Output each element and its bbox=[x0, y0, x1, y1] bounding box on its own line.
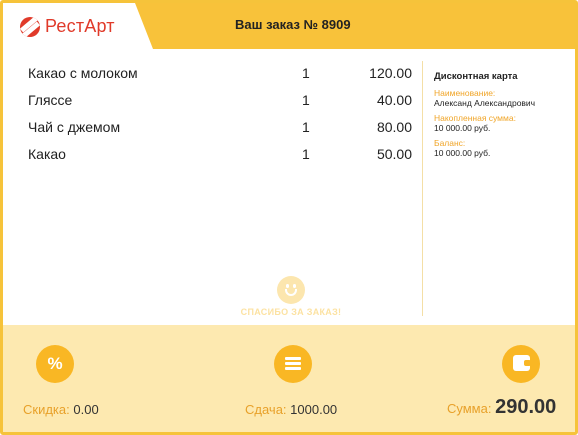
list-item: Чай с джемом 1 80.00 bbox=[28, 119, 428, 143]
item-price: 40.00 bbox=[376, 92, 412, 108]
list-item: Какао с молоком 1 120.00 bbox=[28, 65, 428, 89]
card-name-value: Александ Александрович bbox=[434, 98, 536, 108]
discount-card-info: Дисконтная карта Наименование: Александ … bbox=[434, 71, 574, 163]
card-balance-label: Баланс: bbox=[434, 138, 466, 148]
percent-icon: % bbox=[47, 354, 63, 373]
brand-logo: РестАрт bbox=[3, 3, 153, 49]
discount-button[interactable]: % bbox=[36, 345, 74, 383]
item-price: 80.00 bbox=[376, 119, 412, 135]
total-value: 290.00 bbox=[495, 396, 557, 418]
item-price: 50.00 bbox=[376, 146, 412, 162]
order-title: Ваш заказ № 8909 bbox=[235, 17, 351, 32]
list-item: Какао 1 50.00 bbox=[28, 146, 428, 170]
card-accum-label: Накопленная сумма: bbox=[434, 113, 516, 123]
change-value: 1000.00 bbox=[290, 402, 338, 417]
item-price: 120.00 bbox=[369, 65, 412, 81]
order-panel: Какао с молоком 1 120.00 Гляссе 1 40.00 … bbox=[3, 49, 575, 325]
discount-summary: Скидка: 0.00 bbox=[23, 402, 99, 417]
thanks-message: СПАСИБО ЗА ЗАКАЗ! bbox=[240, 307, 342, 317]
item-name: Чай с джемом bbox=[28, 119, 121, 135]
card-name-label: Наименование: bbox=[434, 88, 496, 98]
brand-logo-icon bbox=[20, 17, 40, 37]
card-balance-value: 10 000.00 руб. bbox=[434, 148, 491, 158]
item-qty: 1 bbox=[302, 65, 310, 81]
item-name: Гляссе bbox=[28, 92, 73, 108]
item-name: Какао с молоком bbox=[28, 65, 138, 81]
panel-divider bbox=[422, 61, 423, 316]
discount-value: 0.00 bbox=[73, 402, 99, 417]
discount-label: Скидка: bbox=[23, 402, 70, 417]
discount-card-title: Дисконтная карта bbox=[434, 71, 518, 82]
change-summary: Сдача: 1000.00 bbox=[245, 402, 337, 417]
change-button[interactable] bbox=[274, 345, 312, 383]
cash-stack-icon bbox=[285, 356, 301, 372]
item-qty: 1 bbox=[302, 146, 310, 162]
header-bar: РестАрт Ваш заказ № 8909 bbox=[3, 3, 575, 49]
wallet-icon bbox=[513, 355, 531, 371]
item-name: Какао bbox=[28, 146, 66, 162]
total-summary: Сумма: 290.00 bbox=[447, 396, 556, 419]
total-button[interactable] bbox=[502, 345, 540, 383]
change-label: Сдача: bbox=[245, 402, 287, 417]
card-accum-value: 10 000.00 руб. bbox=[434, 123, 491, 133]
smiley-icon bbox=[277, 276, 305, 304]
list-item: Гляссе 1 40.00 bbox=[28, 92, 428, 116]
item-qty: 1 bbox=[302, 119, 310, 135]
brand-name: РестАрт bbox=[45, 16, 115, 36]
total-label: Сумма: bbox=[447, 401, 492, 416]
item-qty: 1 bbox=[302, 92, 310, 108]
